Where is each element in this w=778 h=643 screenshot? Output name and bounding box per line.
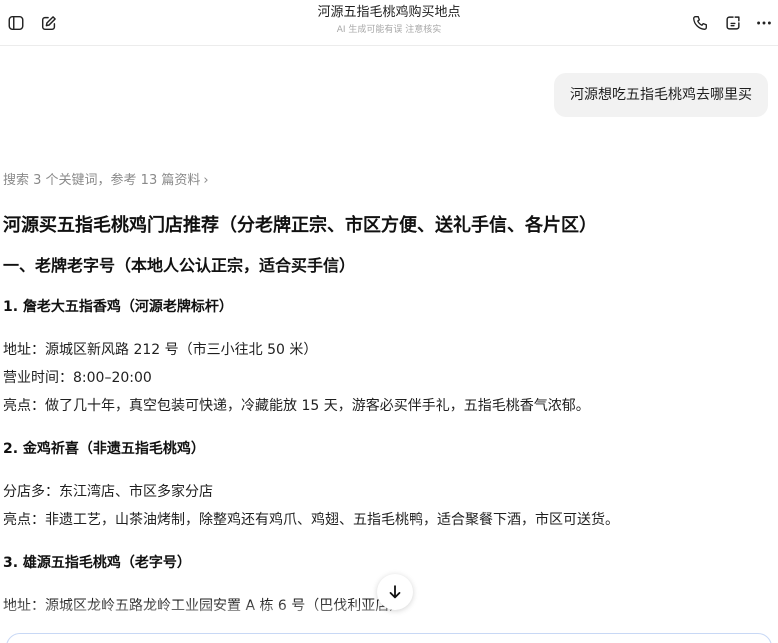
store-heading: 3. 雄源五指毛桃鸡（老字号） [3, 555, 191, 571]
answer-title: 河源买五指毛桃鸡门店推荐（分老牌正宗、市区方便、送礼手信、各片区） [3, 215, 597, 236]
share-button[interactable] [719, 9, 747, 37]
store-details: 分店多：东江湾店、市区多家分店 亮点：非遗工艺，山茶油烤制，除整鸡还有鸡爪、鸡翅… [3, 478, 763, 534]
new-chat-icon [41, 16, 56, 31]
assistant-answer: 河源买五指毛桃鸡门店推荐（分老牌正宗、市区方便、送礼手信、各片区） 一、老牌老字… [3, 212, 763, 638]
user-message-bubble: 河源想吃五指毛桃鸡去哪里买 [554, 73, 768, 117]
store-heading: 2. 金鸡祈喜（非遗五指毛桃鸡） [3, 441, 205, 457]
scroll-to-bottom-button[interactable] [377, 574, 413, 610]
store-hours: 营业时间：8:00–20:00 [3, 370, 152, 386]
chat-app: 河源五指毛桃鸡购买地点 AI 生成可能有误 注意核实 河源想吃五指毛桃鸡去哪里买… [0, 0, 778, 643]
chevron-right-icon: › [203, 173, 209, 188]
more-button[interactable] [750, 9, 778, 37]
phone-icon [693, 16, 707, 30]
arrow-down-icon [389, 585, 401, 599]
store-branches: 分店多：东江湾店、市区多家分店 [3, 484, 213, 500]
new-chat-button[interactable] [35, 9, 63, 37]
store-highlight: 亮点：做了几十年，真空包装可快递，冷藏能放 15 天，游客必买伴手礼，五指毛桃香… [3, 398, 590, 414]
message-composer[interactable] [6, 633, 772, 643]
call-button[interactable] [686, 9, 714, 37]
store-details: 地址：源城区新风路 212 号（市三小往北 50 米） 营业时间：8:00–20… [3, 336, 763, 420]
store-address: 地址：源城区新风路 212 号（市三小往北 50 米） [3, 342, 318, 358]
store-highlight: 亮点：非遗工艺，山茶油烤制，除整鸡还有鸡爪、鸡翅、五指毛桃鸭，适合聚餐下酒，市区… [3, 512, 619, 528]
section-heading: 一、老牌老字号（本地人公认正宗，适合买手信） [3, 256, 356, 275]
sidebar-toggle-button[interactable] [2, 9, 30, 37]
ai-disclaimer: AI 生成可能有误 注意核实 [336, 25, 442, 35]
store-item: 2. 金鸡祈喜（非遗五指毛桃鸡） 分店多：东江湾店、市区多家分店 亮点：非遗工艺… [3, 438, 763, 534]
store-heading: 1. 詹老大五指香鸡（河源老牌标杆） [3, 299, 233, 315]
conversation-title[interactable]: 河源五指毛桃鸡购买地点 [180, 4, 598, 22]
more-icon [757, 21, 771, 25]
share-icon [726, 16, 740, 30]
sidebar-toggle-icon [8, 15, 24, 31]
search-summary-toggle[interactable]: 搜索 3 个关键词，参考 13 篇资料 › [3, 172, 209, 190]
search-summary-text: 搜索 3 个关键词，参考 13 篇资料 [3, 173, 201, 188]
conversation-title-area: 河源五指毛桃鸡购买地点 AI 生成可能有误 注意核实 [180, 4, 598, 37]
store-item: 1. 詹老大五指香鸡（河源老牌标杆） 地址：源城区新风路 212 号（市三小往北… [3, 296, 763, 420]
top-bar: 河源五指毛桃鸡购买地点 AI 生成可能有误 注意核实 [0, 0, 778, 46]
